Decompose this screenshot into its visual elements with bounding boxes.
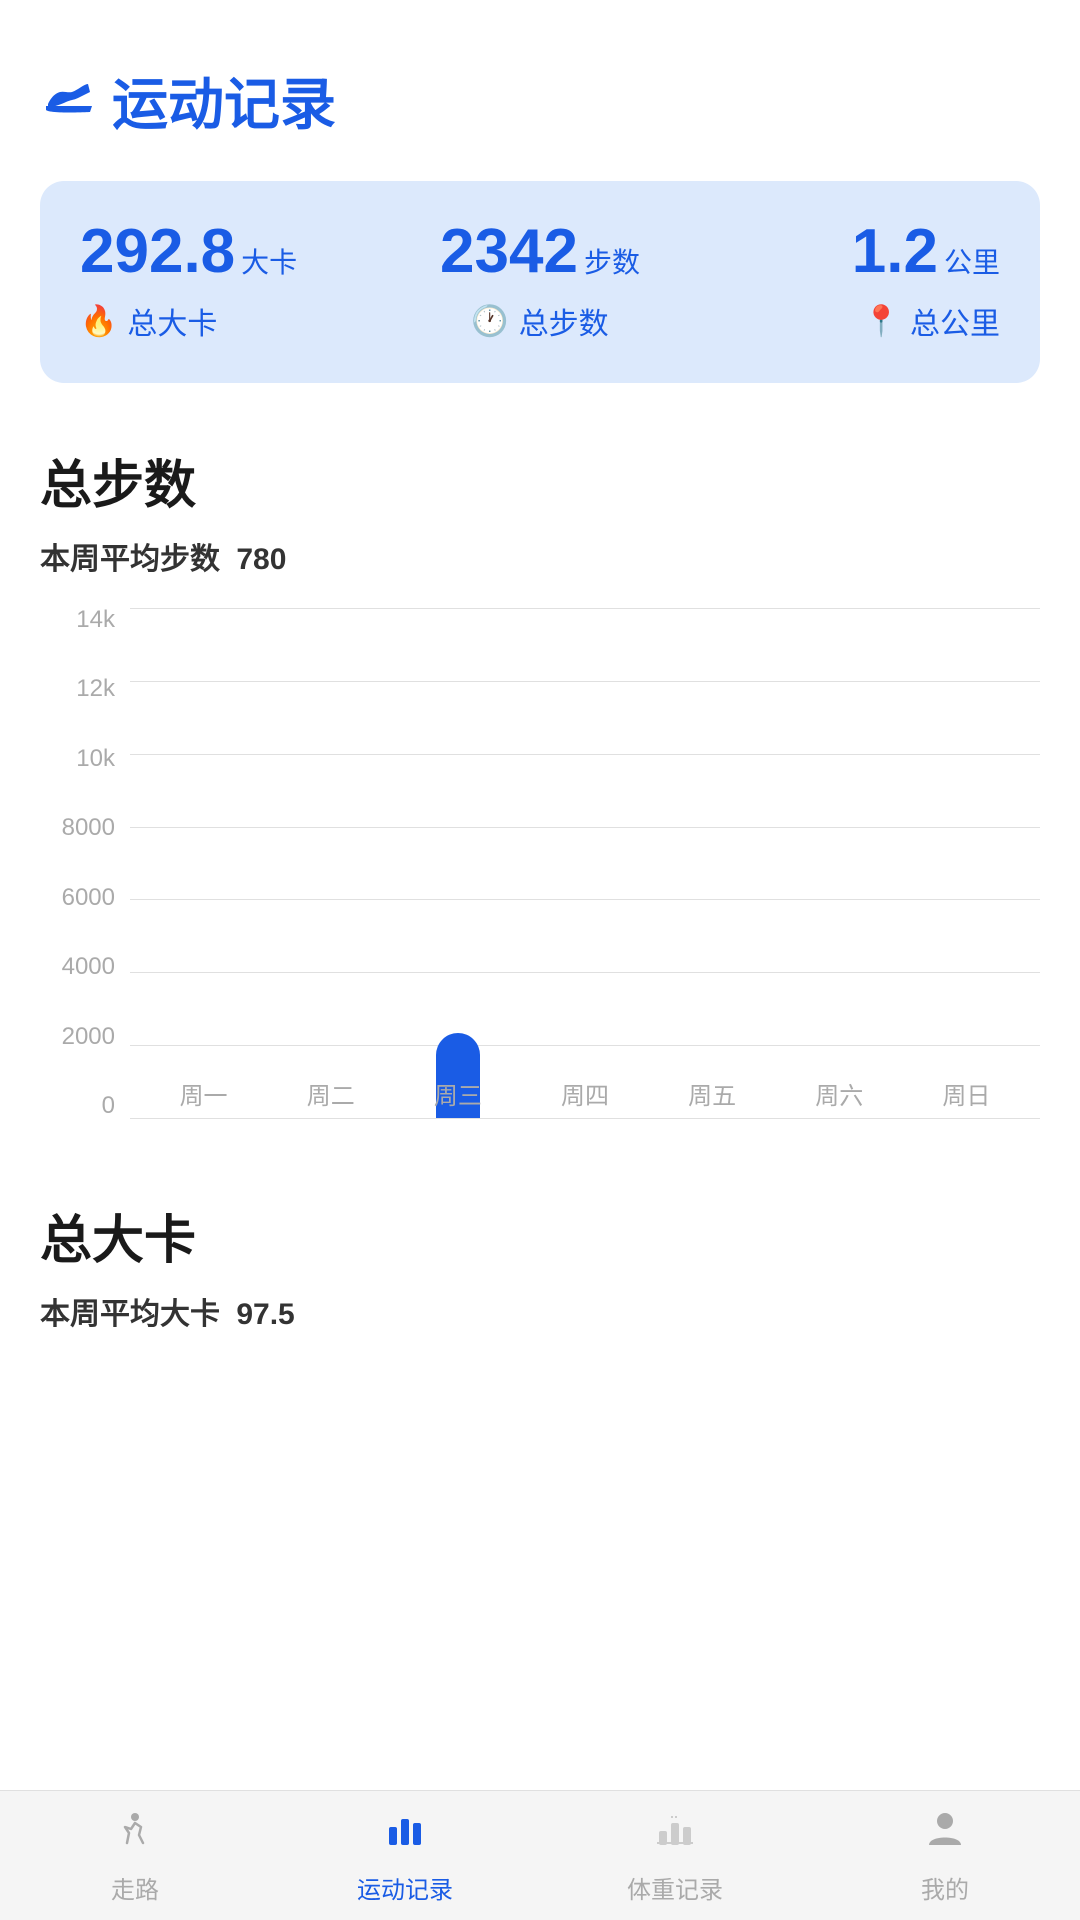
nav-item-exercise[interactable]: 运动记录	[270, 1807, 540, 1905]
calories-label: 总大卡	[127, 299, 217, 343]
main-content: 运动记录 292.8 大卡 🔥 总大卡 2342 步数 🕐 总步数	[0, 0, 1080, 1523]
steps-section-subtitle: 本周平均步数 780	[40, 534, 1040, 578]
page-title: 运动记录	[112, 60, 336, 141]
pin-icon: 📍	[863, 304, 900, 339]
distance-value: 1.2	[852, 221, 938, 283]
bar-column	[521, 608, 648, 1118]
steps-unit: 步数	[584, 241, 640, 281]
bar-column	[140, 608, 267, 1118]
y-axis: 14k 12k 10k 8000 6000 4000 2000 0	[40, 608, 125, 1118]
steps-value: 2342	[440, 221, 578, 283]
clock-icon: 🕐	[471, 304, 508, 339]
calories-section-title: 总大卡	[40, 1198, 1040, 1273]
bar-column	[776, 608, 903, 1118]
distance-label: 总公里	[910, 299, 1000, 343]
calories-value: 292.8	[80, 221, 235, 283]
nav-label-weight: 体重记录	[627, 1870, 723, 1905]
steps-chart: 14k 12k 10k 8000 6000 4000 2000 0 周一 周二 …	[40, 608, 1040, 1168]
bottom-nav: 走路 运动记录 体重记录	[0, 1790, 1080, 1920]
nav-label-exercise: 运动记录	[357, 1870, 453, 1905]
nav-item-walk[interactable]: 走路	[0, 1807, 270, 1905]
weight-icon	[653, 1807, 697, 1862]
calories-section: 总大卡 本周平均大卡 97.5	[0, 1178, 1080, 1333]
nav-label-mine: 我的	[921, 1870, 969, 1905]
calories-item: 292.8 大卡 🔥 总大卡	[80, 221, 387, 343]
bars-area	[130, 608, 1040, 1118]
bar-column	[903, 608, 1030, 1118]
x-labels: 周一 周二 周三 周四 周五 周六 周日	[130, 1068, 1040, 1118]
chart-plot-area: 周一 周二 周三 周四 周五 周六 周日	[130, 608, 1040, 1118]
steps-item: 2342 步数 🕐 总步数	[387, 221, 694, 343]
steps-section-title: 总步数	[40, 443, 1040, 518]
person-icon	[923, 1807, 967, 1862]
nav-item-weight[interactable]: 体重记录	[540, 1807, 810, 1905]
summary-card: 292.8 大卡 🔥 总大卡 2342 步数 🕐 总步数 1.2 公里	[40, 181, 1040, 383]
nav-label-walk: 走路	[111, 1870, 159, 1905]
chart-bar-icon	[383, 1807, 427, 1862]
calories-unit: 大卡	[241, 241, 297, 281]
bar-column	[267, 608, 394, 1118]
grid-line	[130, 1118, 1040, 1119]
nav-item-mine[interactable]: 我的	[810, 1807, 1080, 1905]
distance-unit: 公里	[944, 241, 1000, 281]
steps-section: 总步数 本周平均步数 780 14k 12k 10k 8000 6000 400…	[0, 423, 1080, 1168]
calories-section-subtitle: 本周平均大卡 97.5	[40, 1289, 1040, 1333]
walk-icon	[113, 1807, 157, 1862]
bar-column	[394, 608, 521, 1118]
steps-label: 总步数	[519, 299, 609, 343]
fire-icon: 🔥	[80, 304, 117, 339]
header: 运动记录	[0, 0, 1080, 171]
shoe-icon	[40, 66, 96, 135]
distance-item: 1.2 公里 📍 总公里	[693, 221, 1000, 343]
bar-column	[649, 608, 776, 1118]
